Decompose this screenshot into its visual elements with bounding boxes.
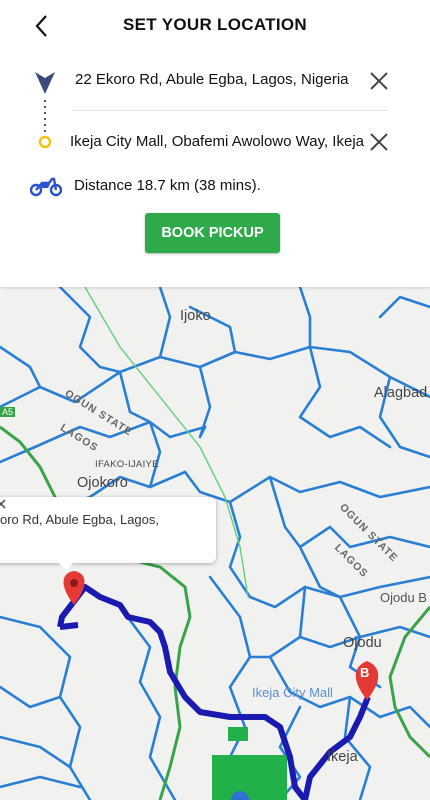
destination-circle-icon [38, 135, 52, 149]
book-pickup-button[interactable]: BOOK PICKUP [145, 213, 280, 253]
origin-marker-icon[interactable] [63, 571, 85, 605]
map-label-ojokoro: Ojokoro [77, 475, 128, 491]
map-label-ojodu: Ojodu [343, 635, 382, 651]
map-label-ijoko: Ijoko [180, 308, 211, 324]
divider [72, 110, 388, 111]
close-icon [0, 499, 6, 509]
map-label-alagbado: Alagbad [374, 385, 428, 401]
map-label-ikeja-city-mall: Ikeja City Mall [252, 685, 333, 700]
map-view[interactable]: Ijoko Alagbad OGUN STATE LAGOS IFAKO-IJA… [0, 287, 430, 800]
popup-close-button[interactable] [0, 497, 8, 511]
popup-text: oro Rd, Abule Egba, Lagos, [0, 512, 160, 527]
popup-tail [58, 562, 74, 571]
close-icon [370, 133, 388, 151]
origin-chevron-icon [35, 72, 55, 94]
origin-address[interactable]: 22 Ekoro Rd, Abule Egba, Lagos, Nigeria [75, 71, 365, 88]
route-indicator [35, 72, 55, 149]
motorbike-icon [30, 177, 62, 197]
destination-address[interactable]: Ikeja City Mall, Obafemi Awolowo Way, Ik… [70, 133, 365, 150]
map-label-ifako-ijaiye: IFAKO-IJAIYE [95, 459, 159, 470]
marker-b-label: B [360, 665, 370, 680]
clear-destination-button[interactable] [368, 131, 390, 153]
marker-info-popup: oro Rd, Abule Egba, Lagos, [0, 497, 216, 571]
page-title: SET YOUR LOCATION [123, 15, 307, 34]
map-label-ojodu-b: Ojodu B [380, 590, 427, 605]
distance-text: Distance 18.7 km (38 mins). [74, 177, 261, 194]
clear-origin-button[interactable] [368, 70, 390, 92]
location-panel: SET YOUR LOCATION 22 Ekoro Rd, Abule Egb… [0, 0, 430, 287]
close-icon [370, 72, 388, 90]
map-label-ikeja: Ikeja [327, 749, 358, 765]
map-label-a5: A5 [0, 407, 16, 417]
